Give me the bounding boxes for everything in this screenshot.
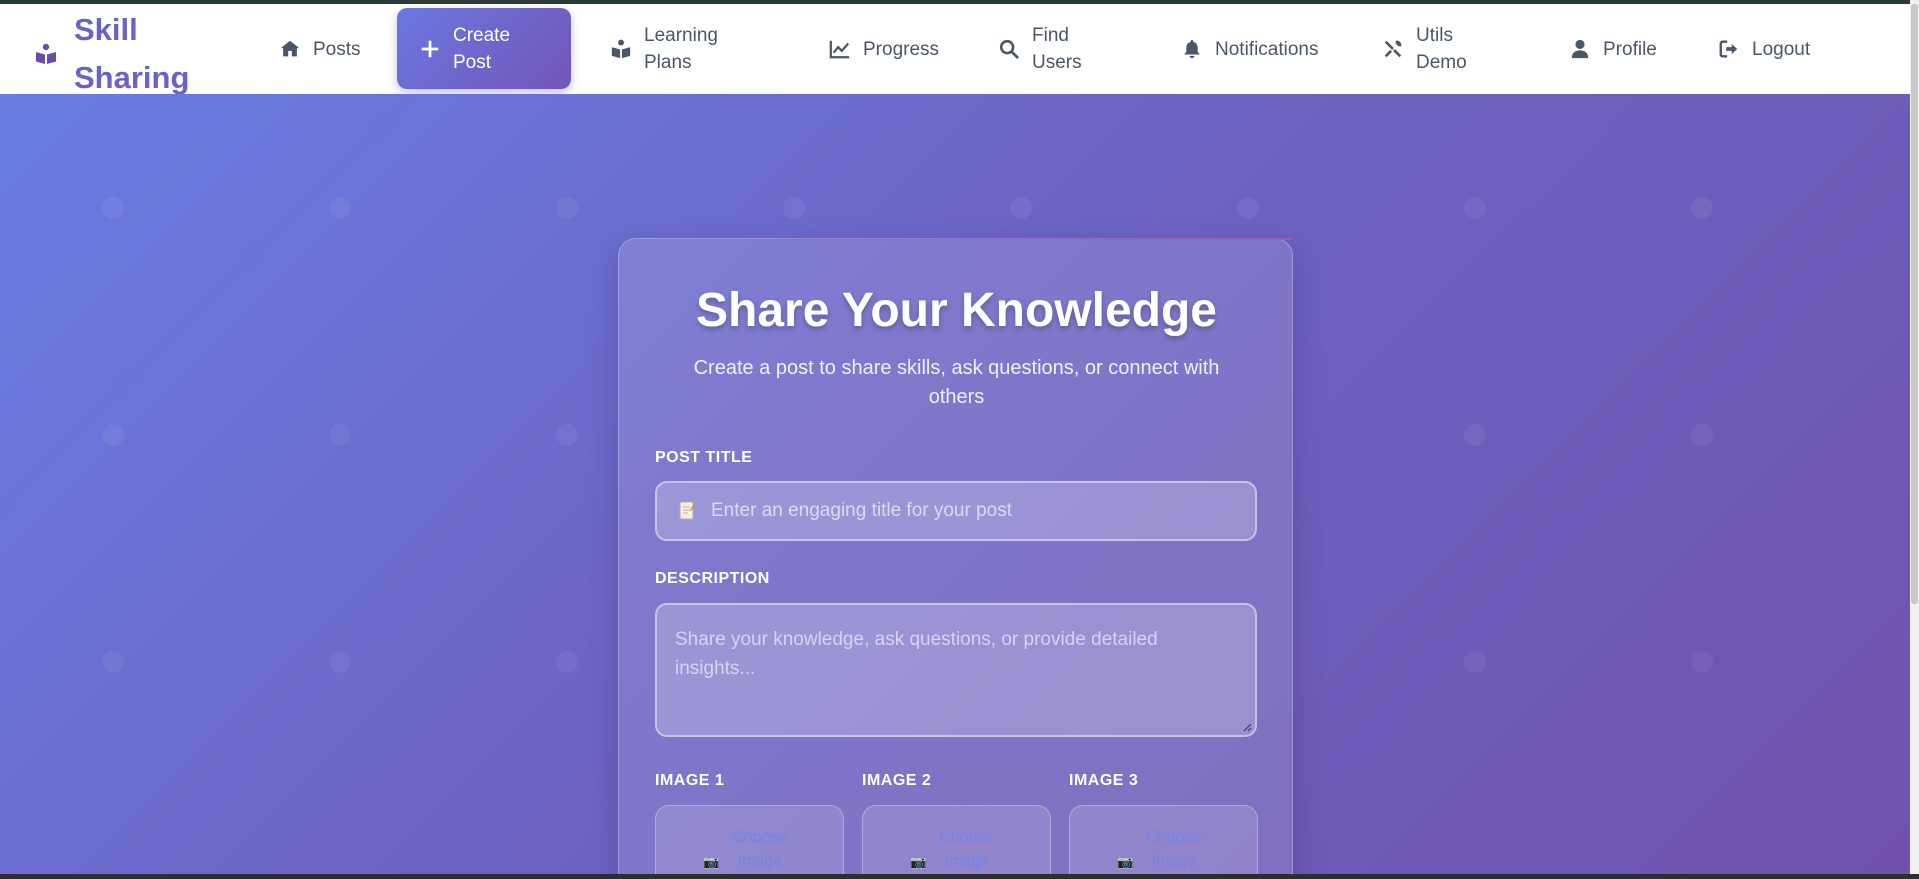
bell-icon (1184, 39, 1200, 59)
book-reader-icon (611, 39, 631, 59)
create-post-card: Share Your Knowledge Create a post to sh… (618, 238, 1293, 879)
nav-learning-plans[interactable]: Learning Plans (610, 9, 734, 89)
nav-logout[interactable]: Logout (1718, 9, 1810, 89)
brand-logo[interactable]: Skill Sharing (34, 6, 214, 102)
background-dot (783, 197, 805, 219)
image-1-label: IMAGE 1 (655, 772, 725, 789)
background-dot (329, 651, 351, 673)
nav-posts[interactable]: Posts (279, 9, 361, 89)
post-title-placeholder: Enter an engaging title for your post (711, 500, 1013, 521)
nav-utils-demo[interactable]: Utils Demo (1382, 9, 1476, 89)
post-title-label: POST TITLE (655, 449, 753, 466)
background-dot (329, 197, 351, 219)
window-bottom-edge (0, 874, 1919, 879)
nav-logout-label: Logout (1752, 38, 1811, 60)
brand-name: Skill Sharing (74, 12, 190, 95)
choose-image-2-button[interactable]: 📷 Choose Image (863, 826, 1050, 874)
user-icon (1571, 39, 1589, 59)
description-label: DESCRIPTION (655, 570, 770, 587)
choose-image-1-button[interactable]: 📷 Choose Image (656, 826, 843, 874)
background-dot (1464, 197, 1486, 219)
background-dot (1464, 651, 1486, 673)
background-dot (329, 424, 351, 446)
image-2-label: IMAGE 2 (862, 772, 932, 789)
background-dot (556, 197, 578, 219)
background-dot (102, 651, 124, 673)
top-navbar: Skill Sharing Posts Create Post Learning… (0, 4, 1910, 95)
book-reader-icon (36, 43, 56, 64)
plus-icon (421, 40, 439, 57)
scrollbar-thumb[interactable] (1911, 4, 1918, 604)
nav-notifications[interactable]: Notifications (1181, 9, 1319, 89)
nav-find-users-label: Find Users (1032, 25, 1082, 73)
background-dot (1691, 197, 1713, 219)
nav-profile-label: Profile (1603, 38, 1657, 60)
background-dot (1691, 424, 1713, 446)
description-textarea[interactable]: Share your knowledge, ask questions, or … (655, 603, 1257, 737)
chart-line-icon (829, 40, 850, 59)
image-3-upload[interactable]: 📷 Choose Image (1069, 805, 1258, 879)
background-dot (1010, 197, 1032, 219)
nav-progress-label: Progress (863, 38, 940, 60)
nav-find-users[interactable]: Find Users (998, 9, 1092, 89)
choose-image-3-button[interactable]: 📷 Choose Image (1070, 826, 1257, 874)
image-1-upload[interactable]: 📷 Choose Image (655, 805, 844, 879)
image-2-upload[interactable]: 📷 Choose Image (862, 805, 1051, 879)
page-subtitle: Create a post to share skills, ask quest… (693, 357, 1220, 408)
post-title-input[interactable]: Enter an engaging title for your post (655, 481, 1257, 541)
search-icon (999, 39, 1019, 59)
background-dot (556, 424, 578, 446)
background-dot (556, 651, 578, 673)
memo-icon (679, 501, 695, 520)
description-placeholder: Share your knowledge, ask questions, or … (675, 629, 1158, 679)
home-icon (280, 40, 300, 57)
background-dot (1691, 651, 1713, 673)
card-accent-line (618, 238, 1293, 240)
camera-icon: 📷 (703, 854, 720, 869)
nav-create-post-label: Create Post (453, 24, 511, 73)
camera-icon: 📷 (910, 854, 927, 869)
image-3-label: IMAGE 3 (1069, 772, 1139, 789)
background-dot (1464, 424, 1486, 446)
background-dot (102, 197, 124, 219)
nav-progress[interactable]: Progress (829, 9, 939, 89)
logout-icon (1719, 40, 1738, 58)
page-title: Share Your Knowledge (696, 284, 1217, 337)
nav-create-post[interactable]: Create Post (397, 8, 571, 89)
nav-notifications-label: Notifications (1215, 38, 1319, 60)
tools-icon (1384, 40, 1402, 58)
background-dot (102, 424, 124, 446)
resize-handle-icon[interactable] (1243, 723, 1252, 732)
nav-utils-demo-label: Utils Demo (1416, 25, 1467, 73)
nav-posts-label: Posts (313, 38, 361, 60)
background-dot (1237, 197, 1259, 219)
camera-icon: 📷 (1117, 854, 1134, 869)
nav-learning-plans-label: Learning Plans (644, 25, 718, 73)
nav-profile[interactable]: Profile (1569, 9, 1657, 89)
